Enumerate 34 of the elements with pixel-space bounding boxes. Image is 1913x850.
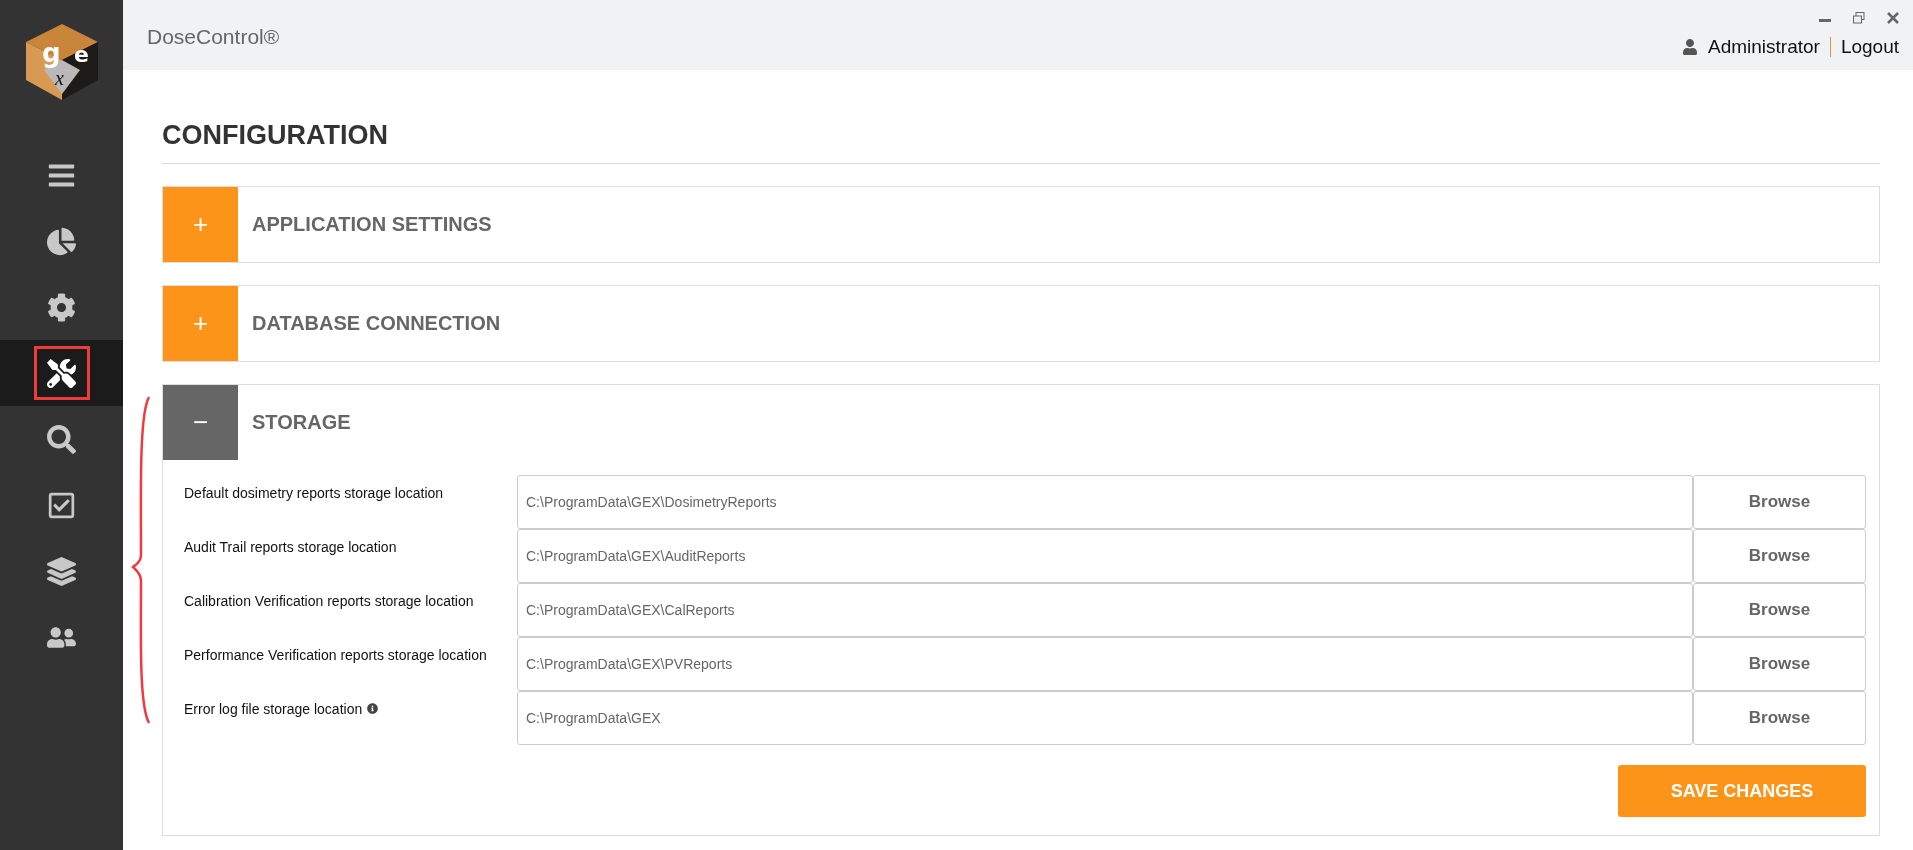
user-icon	[1681, 39, 1698, 55]
field-label: Default dosimetry reports storage location	[184, 485, 444, 501]
app-name: DoseControl®	[147, 25, 280, 50]
browse-button[interactable]: Browse	[1693, 691, 1866, 745]
browse-button[interactable]: Browse	[1693, 637, 1866, 691]
browse-button[interactable]: Browse	[1693, 529, 1866, 583]
restore-icon[interactable]	[1853, 12, 1865, 24]
section-title: APPLICATION SETTINGS	[252, 213, 492, 236]
field-label: Performance Verification reports storage location	[184, 647, 487, 663]
sidebar-item[interactable]	[0, 340, 123, 406]
logo: g e x	[21, 22, 102, 102]
section-title: STORAGE	[252, 411, 351, 434]
checkbox-icon	[47, 490, 76, 520]
path-field[interactable]: C:\ProgramData\GEX\CalReports	[517, 583, 1693, 637]
toggle-button[interactable]: −	[163, 385, 238, 460]
path-field[interactable]: C:\ProgramData\GEX\AuditReports	[517, 529, 1693, 583]
browse-button[interactable]: Browse	[1693, 583, 1866, 637]
field-label: Error log file storage location	[184, 701, 363, 717]
user-name[interactable]: Administrator	[1707, 36, 1820, 58]
path-field[interactable]: C:\ProgramData\GEX\DosimetryReports	[517, 475, 1693, 529]
logout-link[interactable]: Logout	[1840, 36, 1899, 58]
layers-icon	[47, 556, 76, 586]
field-label: Calibration Verification reports storage location	[184, 593, 474, 609]
page-title: CONFIGURATION	[162, 120, 1880, 164]
path-field[interactable]: C:\ProgramData\GEX	[517, 691, 1693, 745]
field-label: Audit Trail reports storage location	[184, 539, 397, 555]
path-field[interactable]: C:\ProgramData\GEX\PVReports	[517, 637, 1693, 691]
browse-button[interactable]: Browse	[1693, 475, 1866, 529]
pie-chart-icon	[47, 226, 76, 256]
section-title: DATABASE CONNECTION	[252, 312, 501, 335]
search-icon	[47, 424, 76, 454]
settings-icon	[47, 292, 76, 322]
tools-icon	[47, 358, 76, 388]
close-icon[interactable]	[1887, 12, 1899, 24]
